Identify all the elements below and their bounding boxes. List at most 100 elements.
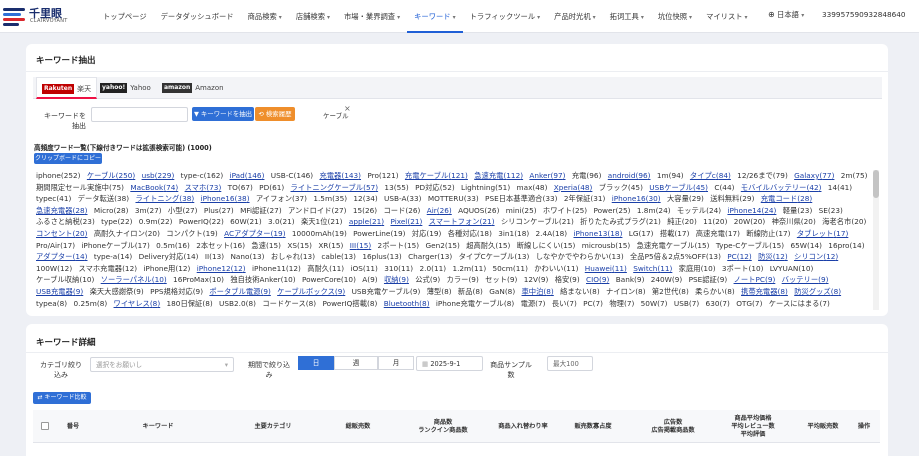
tab-yahoo[interactable]: yahoo! Yahoo	[100, 77, 151, 99]
keyword-chip[interactable]: Air(26)	[427, 206, 452, 215]
column-header[interactable]: 商品数 ランクイン商品数	[403, 410, 483, 443]
keyword-chip[interactable]: スマートフォン(21)	[429, 217, 495, 226]
keyword-chip[interactable]: ライトニングケーブル(57)	[291, 183, 379, 192]
nav-item-3[interactable]: 店舗検索 ▾	[289, 0, 337, 33]
nav-item-5[interactable]: キーワード ▾	[407, 0, 463, 33]
keyword-chip[interactable]: タイプc(84)	[690, 171, 731, 180]
column-header[interactable]: 販売数寡占度	[558, 410, 628, 443]
keyword-chip[interactable]: アダプター(14)	[36, 252, 88, 261]
user-id[interactable]: 339957590932848640	[822, 0, 906, 33]
column-header[interactable]: 広告数 広告掲載商品数	[633, 410, 713, 443]
keyword-chip[interactable]: ケーブル(250)	[87, 171, 135, 180]
keyword-chip[interactable]: 防災グッズ(8)	[794, 287, 841, 296]
keyword-chip[interactable]: PC(12)	[727, 252, 752, 261]
keyword-chip[interactable]: CIO(9)	[586, 275, 609, 284]
keyword-chip[interactable]: 車中泊(8)	[522, 287, 554, 296]
column-header[interactable]: 総販売数	[328, 410, 388, 443]
category-select[interactable]: 選択をお願いし ▾	[90, 357, 234, 372]
keyword-chip[interactable]: コンセント(20)	[36, 229, 88, 238]
keyword-chip[interactable]: iPhone14(24)	[727, 206, 776, 215]
language-selector[interactable]: ⊕ 日本語 ▾	[768, 0, 804, 33]
keyword-chip[interactable]: 防災(12)	[758, 252, 788, 261]
tab-amazon[interactable]: amazon Amazon	[162, 77, 224, 99]
keyword-chip[interactable]: 急速充電(112)	[474, 171, 523, 180]
keyword-chip[interactable]: USBケーブル(45)	[649, 183, 708, 192]
keyword-chip[interactable]: ライトニング(38)	[135, 194, 194, 203]
keyword-chip[interactable]: Huawei(11)	[585, 264, 627, 273]
column-header[interactable]: キーワード	[113, 410, 203, 443]
keyword-chip[interactable]: ケーブルボックス(9)	[277, 287, 345, 296]
keyword-chip: 50cm(11)	[493, 264, 528, 273]
keyword-chip[interactable]: モバイルバッテリー(42)	[741, 183, 822, 192]
keyword-chip[interactable]: ソーラーパネル(10)	[101, 275, 167, 284]
keyword-chip[interactable]: iPhone12(12)	[197, 264, 246, 273]
copy-to-clipboard-button[interactable]: クリップボードにコピー	[34, 153, 102, 164]
nav-item-10[interactable]: マイリスト ▾	[699, 0, 755, 33]
keyword-count: 28	[75, 205, 85, 215]
search-history-button[interactable]: ⟲ 検索履歴	[255, 107, 295, 121]
column-header[interactable]: 商品平均価格 平均レビュー数 平均評価	[713, 410, 793, 443]
nav-item-0[interactable]: トップページ	[96, 0, 154, 33]
keyword-chip[interactable]: 充電ケーブル(121)	[405, 171, 468, 180]
keyword-chip[interactable]: 収納(9)	[384, 275, 409, 284]
period-week-button[interactable]: 週	[334, 356, 378, 370]
keyword-chip[interactable]: Xperia(48)	[554, 183, 593, 192]
keyword-chip[interactable]: 充電コード(28)	[761, 194, 813, 203]
keyword-chip[interactable]: スマホ(73)	[185, 183, 222, 192]
keyword-input-label: キーワードを 抽出	[44, 112, 86, 130]
column-header[interactable]: 商品入れ替わり率	[483, 410, 563, 443]
keyword-chip[interactable]: android(96)	[608, 171, 651, 180]
column-header[interactable]: 番号	[55, 410, 91, 443]
keyword-chip[interactable]: Switch(11)	[633, 264, 672, 273]
close-icon[interactable]: ×	[344, 104, 351, 113]
keyword-chip[interactable]: usb(229)	[142, 171, 175, 180]
nav-item-2[interactable]: 商品検索 ▾	[241, 0, 289, 33]
nav-item-6[interactable]: トラフィックツール ▾	[463, 0, 548, 33]
brand-logo[interactable]: 千里眼 CLAIRVOYANT	[3, 5, 67, 27]
nav-item-label: キーワード	[414, 12, 451, 21]
keyword-chip[interactable]: Anker(97)	[529, 171, 565, 180]
sample-count-input[interactable]: 最大100	[547, 356, 593, 371]
keyword-chip[interactable]: Pixel(21)	[390, 217, 422, 226]
nav-item-7[interactable]: 产品时光机 ▾	[547, 0, 603, 33]
period-month-button[interactable]: 月	[378, 356, 414, 370]
keyword-chip[interactable]: タブレット(17)	[797, 229, 849, 238]
keyword-chip[interactable]: 充電器(143)	[319, 171, 361, 180]
period-day-button[interactable]: 日	[298, 356, 334, 370]
keyword-chip[interactable]: iPad(146)	[230, 171, 265, 180]
column-header[interactable]: 主要カテゴリ	[228, 410, 318, 443]
paren: )	[598, 171, 602, 180]
keyword-chip[interactable]: ポータブル電源(9)	[209, 287, 270, 296]
keyword-compare-button[interactable]: ⇄ キーワード比較	[33, 392, 91, 404]
keyword-chip[interactable]: III(15)	[350, 241, 371, 250]
column-header[interactable]: 操作	[848, 410, 880, 443]
keyword-input[interactable]	[91, 107, 188, 122]
nav-item-8[interactable]: 拓词工具 ▾	[603, 0, 651, 33]
keyword-chip[interactable]: apple(21)	[349, 217, 384, 226]
paren: )	[810, 263, 814, 273]
keyword-text: 高耐久	[307, 263, 330, 273]
keyword-chip[interactable]: Galaxy(77)	[794, 171, 834, 180]
date-picker[interactable]: ▦ 2025-9-1	[416, 356, 483, 371]
keyword-chip[interactable]: iPhone16(38)	[201, 194, 250, 203]
nav-item-1[interactable]: データダッシュボード	[154, 0, 241, 33]
keyword-chip[interactable]: バッテリー(9)	[782, 275, 829, 284]
nav-item-4[interactable]: 市場・業界調査 ▾	[337, 0, 407, 33]
keyword-chip[interactable]: シリコン(12)	[794, 252, 838, 261]
keyword-chip[interactable]: ノートPC(9)	[734, 275, 776, 284]
select-all-checkbox[interactable]	[41, 422, 49, 430]
keyword-chip[interactable]: USB充電器(9)	[36, 287, 83, 296]
keyword-chip[interactable]: ACアダプター(19)	[224, 229, 285, 238]
keyword-chip[interactable]: 急速充電器(28)	[36, 206, 88, 215]
keyword-chip[interactable]: ワイヤレス(8)	[114, 299, 161, 308]
keyword-scrollbar-thumb[interactable]	[873, 170, 879, 198]
tab-rakuten[interactable]: Rakuten 楽天	[36, 77, 98, 99]
nav-item-9[interactable]: 坑位快照 ▾	[651, 0, 699, 33]
keyword-chip[interactable]: 携帯充電器(8)	[741, 287, 788, 296]
extract-keyword-button[interactable]: ▼ キーワードを抽出	[192, 107, 254, 121]
keyword-chip[interactable]: iPhone16(30)	[612, 194, 661, 203]
keyword-chip[interactable]: MacBook(74)	[130, 183, 178, 192]
keyword-chip[interactable]: Bluetooth(8)	[384, 299, 430, 308]
column-header[interactable]: 平均販売数	[793, 410, 853, 443]
keyword-chip[interactable]: iPhone13(18)	[573, 229, 622, 238]
